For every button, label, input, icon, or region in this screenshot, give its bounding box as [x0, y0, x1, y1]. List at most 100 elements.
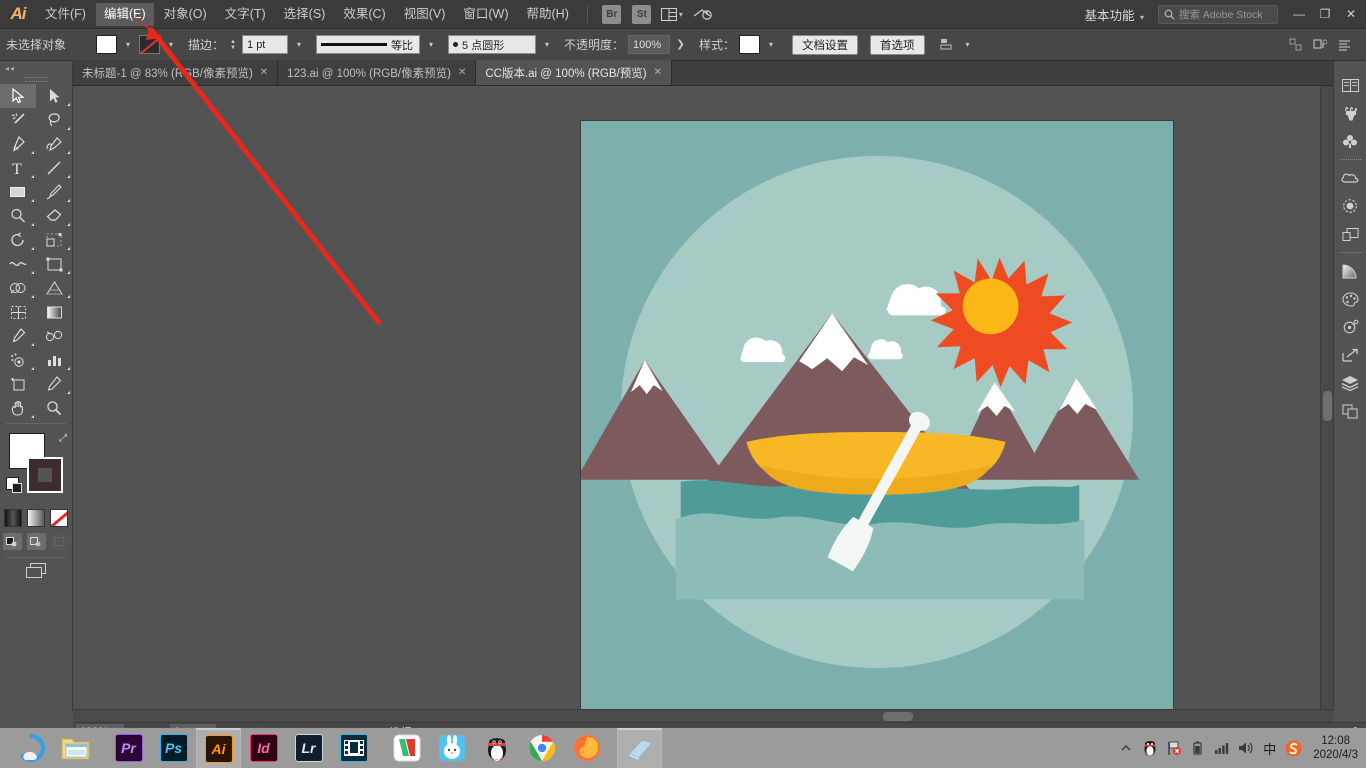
fill-chevron-down-icon[interactable]: ▾	[121, 35, 135, 54]
stroke-profile-select[interactable]: 等比	[316, 35, 421, 54]
creative-cloud-icon[interactable]	[1334, 164, 1366, 192]
pen-tool[interactable]	[0, 132, 36, 156]
volume-icon[interactable]	[1237, 737, 1254, 759]
menu-select[interactable]: 选择(S)	[276, 3, 334, 26]
color-icon[interactable]	[1334, 285, 1366, 313]
rotate-tool[interactable]	[0, 228, 36, 252]
close-icon[interactable]: ✕	[260, 67, 268, 78]
swatches-icon[interactable]	[1334, 192, 1366, 220]
line-segment-tool[interactable]	[36, 156, 72, 180]
document-tab-ccversion[interactable]: CC版本.ai @ 100% (RGB/预览) ✕	[476, 60, 672, 85]
libraries-icon[interactable]	[1334, 71, 1366, 99]
taskbar-rabbit-im[interactable]	[429, 728, 474, 768]
stroke-weight-stepper[interactable]: ▲ ▼	[228, 36, 238, 53]
width-tool[interactable]	[0, 252, 36, 276]
layers-icon[interactable]	[1334, 369, 1366, 397]
default-fill-stroke-icon[interactable]	[6, 477, 22, 493]
eyedropper-tool[interactable]	[0, 324, 36, 348]
arrange-documents-icon[interactable]: ▾	[660, 4, 683, 24]
change-screen-mode-icon[interactable]	[0, 563, 72, 579]
arrange-icon[interactable]	[1310, 35, 1330, 55]
blend-tool[interactable]	[36, 324, 72, 348]
menu-view[interactable]: 视图(V)	[396, 3, 454, 26]
taskbar-lightroom[interactable]: Lr	[286, 728, 331, 768]
menu-type[interactable]: 文字(T)	[217, 3, 274, 26]
taskbar-clock[interactable]: 12:08 2020/4/3	[1309, 734, 1358, 762]
scale-tool[interactable]	[36, 228, 72, 252]
taskbar-premiere-pro[interactable]: Pr	[106, 728, 151, 768]
align-chevron-down-icon[interactable]: ▾	[961, 35, 975, 54]
taskbar-chrome[interactable]	[519, 728, 564, 768]
menu-file[interactable]: 文件(F)	[37, 3, 94, 26]
transform-icon[interactable]	[1286, 35, 1306, 55]
taskbar-file-explorer[interactable]	[53, 728, 98, 768]
color-mode-icon[interactable]	[4, 509, 22, 527]
artboards-icon[interactable]	[1334, 220, 1366, 248]
network-signal-icon[interactable]	[1213, 737, 1230, 759]
pathfinder-icon[interactable]	[1334, 397, 1366, 425]
sogou-input-icon[interactable]	[1285, 737, 1302, 759]
hand-tool[interactable]	[0, 396, 36, 420]
ime-indicator[interactable]: 中	[1261, 737, 1278, 759]
none-mode-icon[interactable]	[50, 509, 68, 527]
rectangle-tool[interactable]	[0, 180, 36, 204]
stroke-profile-chevron-down-icon[interactable]: ▾	[424, 35, 438, 54]
security-alert-icon[interactable]	[1165, 737, 1182, 759]
taskbar-illustrator[interactable]: Ai	[196, 728, 241, 768]
opacity-options-icon[interactable]: ❯	[674, 35, 687, 54]
taskbar-firefox[interactable]	[564, 728, 609, 768]
brushes-icon[interactable]	[1334, 99, 1366, 127]
draw-inside-icon[interactable]	[50, 533, 70, 550]
menu-edit[interactable]: 编辑(E)	[95, 2, 154, 26]
brush-chevron-down-icon[interactable]: ▾	[540, 35, 554, 54]
graphic-style-swatch[interactable]	[739, 35, 761, 54]
column-graph-tool[interactable]	[36, 348, 72, 372]
taskbar-photoshop[interactable]: Ps	[151, 728, 196, 768]
fill-color-swatch[interactable]	[96, 35, 117, 54]
paintbrush-tool[interactable]	[36, 180, 72, 204]
menu-window[interactable]: 窗口(W)	[455, 3, 516, 26]
artboard[interactable]	[580, 120, 1174, 711]
shaper-tool[interactable]	[0, 204, 36, 228]
symbols-icon[interactable]	[1334, 127, 1366, 155]
slice-tool[interactable]	[36, 372, 72, 396]
tools-panel-handle[interactable]	[0, 75, 72, 84]
direct-selection-tool[interactable]	[36, 84, 72, 108]
type-tool[interactable]: T	[0, 156, 36, 180]
color-guide-icon[interactable]	[1334, 313, 1366, 341]
panel-options-icon[interactable]	[1334, 35, 1354, 55]
menu-object[interactable]: 对象(O)	[156, 3, 215, 26]
stock-icon[interactable]: St	[631, 4, 653, 24]
mesh-tool[interactable]	[0, 300, 36, 324]
taskbar-qq[interactable]	[474, 728, 519, 768]
taskbar-wps-office[interactable]	[384, 728, 429, 768]
curvature-tool[interactable]	[36, 132, 72, 156]
horizontal-scrollbar[interactable]	[73, 709, 1333, 722]
window-restore-button[interactable]: ❐	[1312, 0, 1338, 28]
eraser-tool[interactable]	[36, 204, 72, 228]
zoom-tool[interactable]	[36, 396, 72, 420]
perspective-grid-tool[interactable]	[36, 276, 72, 300]
vertical-scroll-thumb[interactable]	[1323, 391, 1332, 421]
close-icon[interactable]: ✕	[458, 67, 466, 78]
shape-builder-tool[interactable]	[0, 276, 36, 300]
draw-behind-icon[interactable]	[26, 533, 46, 550]
window-minimize-button[interactable]: —	[1286, 0, 1312, 28]
right-dock-grip[interactable]	[1334, 61, 1366, 71]
window-close-button[interactable]: ✕	[1338, 0, 1364, 28]
stroke-chevron-down-icon[interactable]: ▾	[164, 35, 178, 54]
gradient-tool[interactable]	[36, 300, 72, 324]
document-setup-button[interactable]: 文档设置	[792, 34, 859, 55]
selection-tool[interactable]	[0, 84, 36, 108]
document-tab-untitled1[interactable]: 未标题-1 @ 83% (RGB/像素预览) ✕	[73, 60, 279, 85]
brush-definition-select[interactable]: 5 点圆形	[448, 35, 537, 54]
adobe-stock-search[interactable]: 搜索 Adobe Stock	[1158, 4, 1278, 24]
taskbar-360-browser[interactable]	[8, 728, 53, 768]
style-chevron-down-icon[interactable]: ▾	[764, 35, 778, 54]
document-tab-123ai[interactable]: 123.ai @ 100% (RGB/像素预览) ✕	[278, 60, 477, 85]
stroke-color-swatch[interactable]	[139, 35, 160, 54]
stroke-color-box[interactable]	[27, 457, 63, 493]
stroke-weight-field[interactable]: 1 pt	[242, 35, 289, 54]
tools-panel-grip[interactable]: ◂◂	[0, 61, 72, 75]
gradient-icon[interactable]	[1334, 257, 1366, 285]
